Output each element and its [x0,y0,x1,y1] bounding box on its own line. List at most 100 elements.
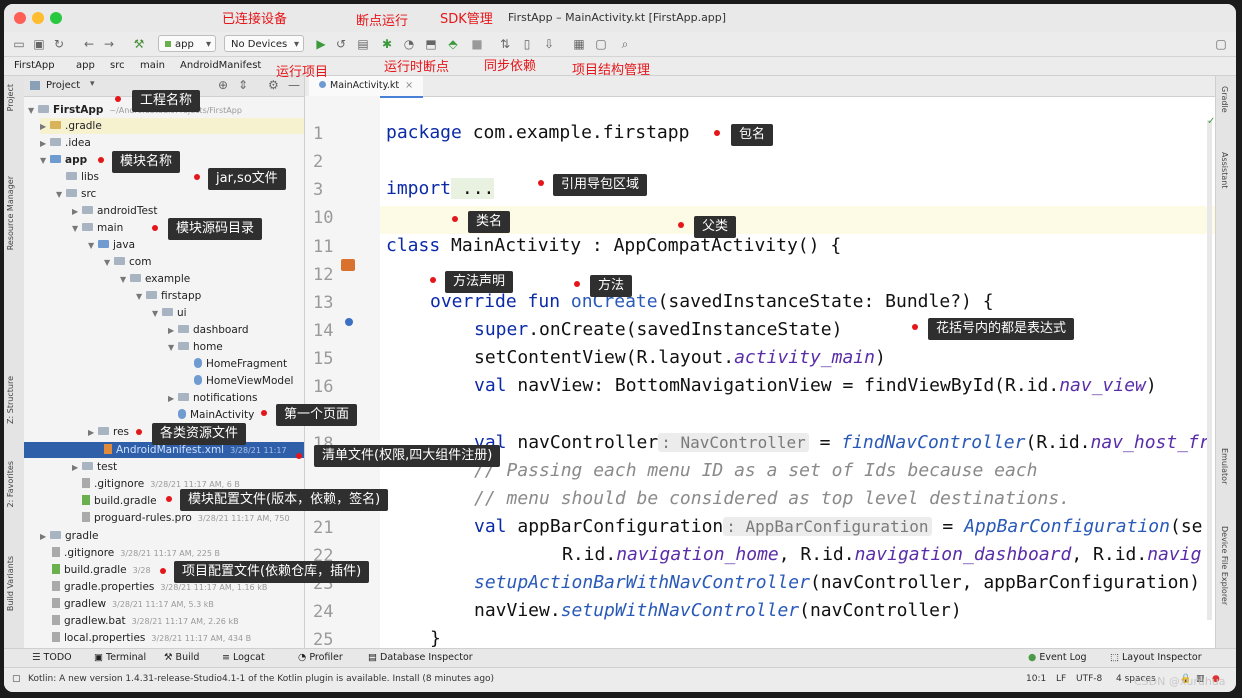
expand-all-icon[interactable]: ⇕ [238,78,248,92]
chevron-down-icon[interactable]: ▾ [90,79,95,89]
class-marker-icon[interactable] [341,259,355,271]
sync-icon[interactable]: ↻ [52,37,66,51]
project-structure-icon[interactable]: ▦ [572,37,586,51]
account-icon[interactable]: ▢ [1214,37,1228,51]
editor-scrollbar[interactable] [1207,120,1212,620]
project-view-label[interactable]: Project [46,80,80,91]
tree-item-example[interactable]: ▼ example [120,271,190,287]
layout-icon[interactable]: ▢ [594,37,608,51]
line-number: 11 [313,237,334,257]
file-encoding[interactable]: UTF-8 [1076,674,1102,684]
event-log-button[interactable]: ● Event Log [1028,652,1087,663]
tree-item-proguard[interactable]: proguard-rules.pro 3/28/21 11:17 AM, 750 [82,510,290,526]
sdk-manager-icon[interactable]: ⇩ [542,37,556,51]
tree-item-libs[interactable]: libs [56,169,99,185]
tree-item-idea[interactable]: ▶ .idea [40,135,91,151]
tree-item-homeviewmodel[interactable]: HomeViewModel [184,373,293,389]
tree-item-gitignore-root[interactable]: .gitignore 3/28/21 11:17 AM, 225 B [52,545,220,561]
tree-item-gradlew[interactable]: gradlew 3/28/21 11:17 AM, 5.3 kB [52,596,214,612]
type-hint: : AppBarConfiguration [723,517,932,536]
close-tab-icon[interactable]: × [405,80,413,91]
todo-button[interactable]: ☰ TODO [32,652,72,663]
locate-icon[interactable]: ⊕ [218,78,228,92]
device-select[interactable]: No Devices ▾ [224,35,304,52]
line-separator[interactable]: LF [1056,674,1066,684]
caret-position[interactable]: 10:1 [1026,674,1046,684]
tab-device-file-explorer[interactable]: Device File Explorer [1220,526,1229,605]
rerun-icon[interactable]: ↺ [334,37,348,51]
attach-debugger-icon[interactable]: ⬒ [424,37,438,51]
breadcrumb-item[interactable]: main [140,60,165,71]
apply-changes-icon[interactable]: ▤ [356,37,370,51]
logcat-button[interactable]: ≡ Logcat [222,652,265,663]
tree-item-dashboard[interactable]: ▶ dashboard [168,322,249,338]
open-folder-icon[interactable]: ▭ [12,37,26,51]
hide-panel-icon[interactable]: — [288,78,300,92]
tree-item-notifications[interactable]: ▶ notifications [168,390,258,406]
breadcrumb-item[interactable]: src [110,60,125,71]
code-text: navView: BottomNavigationView = findView… [506,375,1060,396]
tree-item-com[interactable]: ▼ com [104,254,151,270]
code-editor[interactable]: MainActivity.kt × 1 2 3 10 11 12 13 14 15… [305,76,1215,648]
tree-item-local-properties[interactable]: local.properties 3/28/21 11:17 AM, 434 B [52,630,251,646]
minimize-window-button[interactable] [32,12,44,24]
hammer-icon[interactable]: ⚒ [132,37,146,51]
tree-item-ui[interactable]: ▼ ui [152,305,187,321]
breadcrumb-item[interactable]: app [76,60,95,71]
tree-item-test[interactable]: ▶ test [72,459,117,475]
code-text: (navController, appBarConfiguration) [809,572,1201,593]
tree-item-gradle[interactable]: ▶ gradle [40,528,98,544]
breadcrumb-item[interactable]: AndroidManifest [180,60,261,71]
terminal-button[interactable]: ▣ Terminal [94,652,146,663]
tree-item-firstapp-pkg[interactable]: ▼ firstapp [136,288,201,304]
tab-favorites[interactable]: 2: Favorites [6,461,15,507]
code-text: ) [874,347,886,368]
tree-item-home[interactable]: ▼ home [168,339,223,355]
search-icon[interactable]: ⌕ [618,37,632,51]
tab-structure[interactable]: Z: Structure [6,376,15,424]
close-window-button[interactable] [14,12,26,24]
profiler-button[interactable]: ◔ Profiler [298,652,343,663]
code-italic: navigation_home [616,544,779,565]
override-marker-icon[interactable] [345,318,353,326]
run-icon[interactable]: ▶ [314,37,328,51]
tree-item-res[interactable]: ▶ res [88,424,129,440]
tab-project[interactable]: Project [6,84,15,111]
save-icon[interactable]: ▣ [32,37,46,51]
tree-item-gradle-dir[interactable]: ▶ .gradle [40,118,304,134]
tree-item-mainactivity[interactable]: MainActivity [168,407,254,423]
tree-item-androidtest[interactable]: ▶ androidTest [72,203,158,219]
forward-icon[interactable]: → [102,37,116,51]
folded-imports[interactable]: ... [451,178,495,199]
tree-item-java[interactable]: ▼ java [88,237,135,253]
tab-build-variants[interactable]: Build Variants [6,556,15,611]
gear-icon[interactable]: ⚙ [268,78,279,92]
tree-item-main[interactable]: ▼ main [72,220,123,236]
module-select[interactable]: app ▾ [158,35,216,52]
debug-icon[interactable]: ✱ [380,37,394,51]
attach-process-icon[interactable]: ⬘ [446,37,460,51]
tree-label: main [97,222,124,234]
tab-gradle[interactable]: Gradle [1220,86,1229,113]
keyword: override fun [430,291,561,312]
status-message[interactable]: Kotlin: A new version 1.4.31-release-Stu… [28,674,494,684]
sync-gradle-icon[interactable]: ⇅ [498,37,512,51]
tree-item-homefragment[interactable]: HomeFragment [184,356,287,372]
tab-emulator[interactable]: Emulator [1220,448,1229,484]
tab-assistant[interactable]: Assistant [1220,152,1229,188]
zoom-window-button[interactable] [50,12,62,24]
profile-icon[interactable]: ◔ [402,37,416,51]
build-button[interactable]: ⚒ Build [164,652,199,663]
breadcrumb-item[interactable]: FirstApp [14,60,55,71]
avd-manager-icon[interactable]: ▯ [520,37,534,51]
tree-item-app[interactable]: ▼ app [40,152,87,168]
tab-resource-manager[interactable]: Resource Manager [6,176,15,250]
back-icon[interactable]: ← [82,37,96,51]
tree-item-gradlew-bat[interactable]: gradlew.bat 3/28/21 11:17 AM, 2.26 kB [52,613,239,629]
tree-item-build-gradle-root[interactable]: build.gradle 3/28 [52,562,151,578]
database-inspector-button[interactable]: ▤ Database Inspector [368,652,473,663]
layout-inspector-button[interactable]: ⬚ Layout Inspector [1110,652,1202,663]
tree-item-src[interactable]: ▼ src [56,186,96,202]
stop-icon[interactable]: ■ [470,37,484,51]
tree-item-build-gradle-app[interactable]: build.gradle [82,493,157,509]
